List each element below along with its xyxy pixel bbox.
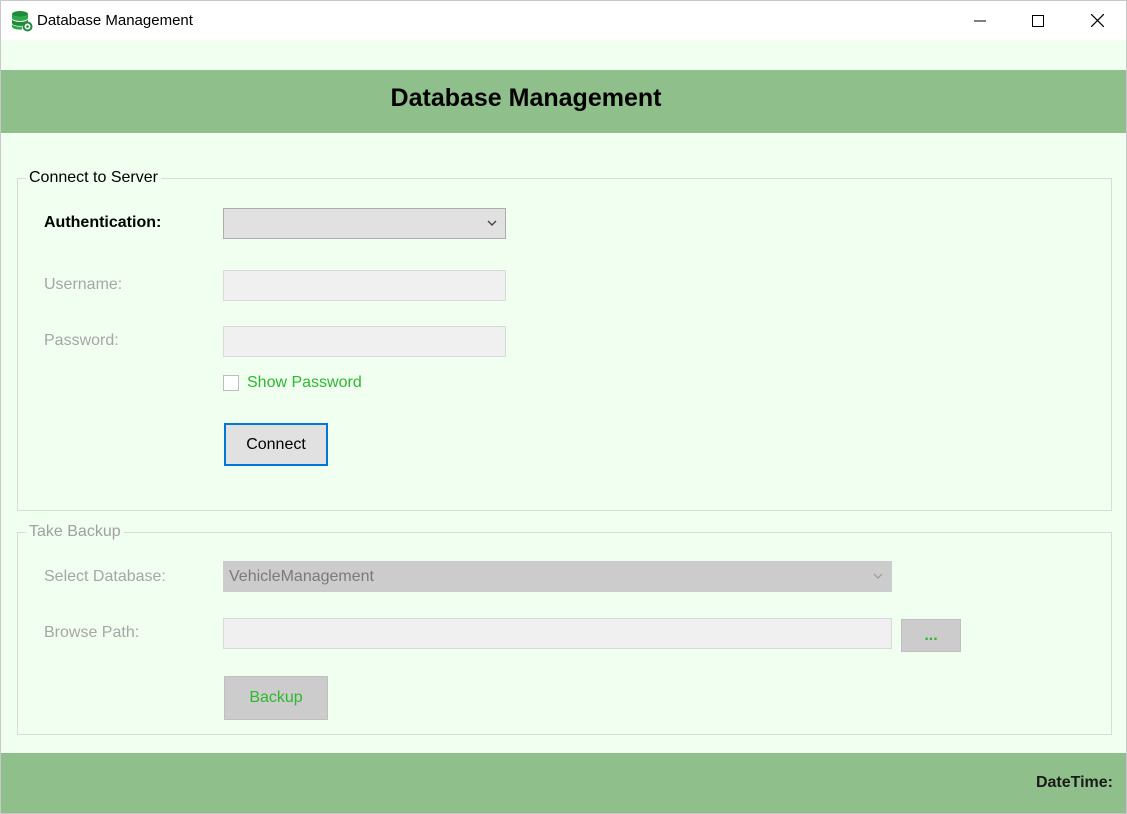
window-title: Database Management xyxy=(37,12,193,29)
minimize-icon xyxy=(974,20,986,21)
browse-path-input[interactable] xyxy=(223,618,892,649)
connect-button[interactable]: Connect xyxy=(224,423,328,466)
page-title: Database Management xyxy=(390,84,662,112)
connect-to-server-group: Connect to Server xyxy=(17,169,1112,511)
select-database-label: Select Database: xyxy=(44,568,166,585)
select-database-dropdown[interactable]: VehicleManagement xyxy=(223,561,892,592)
show-password-label[interactable]: Show Password xyxy=(247,374,362,392)
close-icon xyxy=(1090,14,1104,27)
show-password-checkbox[interactable] xyxy=(223,375,239,391)
username-label: Username: xyxy=(44,276,123,293)
status-footer: DateTime: xyxy=(1,753,1126,813)
backup-button[interactable]: Backup xyxy=(224,676,328,720)
close-button[interactable] xyxy=(1068,1,1126,40)
header-banner: Database Management xyxy=(1,70,1126,133)
chevron-down-icon xyxy=(487,220,497,226)
maximize-icon xyxy=(1032,14,1044,27)
connect-group-legend: Connect to Server xyxy=(26,169,161,187)
password-input[interactable] xyxy=(223,326,506,357)
browse-path-label: Browse Path: xyxy=(44,624,140,641)
chevron-down-icon xyxy=(873,573,883,579)
select-database-value: VehicleManagement xyxy=(229,568,374,585)
minimize-button[interactable] xyxy=(951,1,1009,40)
username-input[interactable] xyxy=(223,270,506,301)
password-label: Password: xyxy=(44,332,119,349)
authentication-label: Authentication: xyxy=(44,214,162,231)
maximize-button[interactable] xyxy=(1009,1,1067,40)
title-bar[interactable]: Database Management xyxy=(1,1,1126,40)
datetime-label: DateTime: xyxy=(1035,774,1113,791)
authentication-dropdown[interactable] xyxy=(223,208,506,239)
backup-group-legend: Take Backup xyxy=(26,523,124,541)
browse-button[interactable]: ... xyxy=(901,619,961,652)
app-window: Database Management Database Management … xyxy=(0,0,1127,814)
database-gear-icon xyxy=(11,10,33,32)
